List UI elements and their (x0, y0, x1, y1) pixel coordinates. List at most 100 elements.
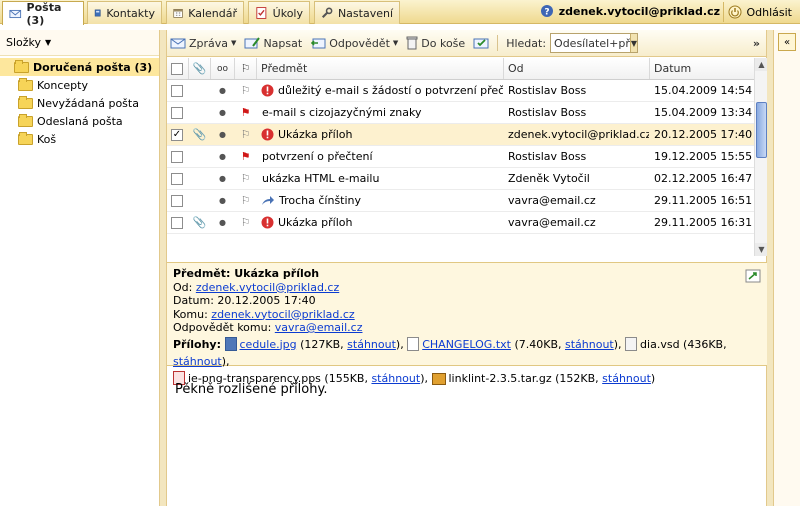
date-column-header[interactable]: Datum (650, 58, 754, 79)
folder-sent[interactable]: Odeslaná pošta (0, 112, 159, 130)
read-cell[interactable]: ● (211, 80, 235, 101)
address-book-icon (94, 9, 101, 17)
message-row[interactable]: ● ⚑ potvrzení o přečtení Rostislav Boss 19.1… (167, 146, 754, 168)
open-in-window-icon[interactable] (745, 269, 761, 283)
attachment-column[interactable]: 📎 (189, 58, 211, 79)
flag-icon: ⚐ (240, 194, 251, 207)
read-cell[interactable]: ● (211, 146, 235, 167)
download-link[interactable]: stáhnout (173, 355, 222, 368)
message-menu-button[interactable]: Zpráva ▼ (170, 36, 236, 50)
row-checkbox[interactable] (171, 84, 183, 97)
folder-trash[interactable]: Koš (0, 130, 159, 148)
attachment-name: linklint-2.3.5.tar.gz (448, 371, 552, 385)
chevron-down-icon: ▼ (231, 39, 237, 47)
row-select-cell[interactable] (167, 190, 189, 211)
message-row[interactable]: 📎 ● ⚐ Ukázka příloh vavra@email.cz 29.11.2005… (167, 212, 754, 234)
attachment-link[interactable]: CHANGELOG.txt (422, 338, 511, 351)
from-cell: vavra@email.cz (504, 190, 650, 211)
reply-icon (311, 38, 326, 49)
read-cell[interactable]: ● (211, 212, 235, 233)
folder-sidebar: Složky ▼ Doručená pošta (3) Koncepty Nev… (0, 30, 160, 506)
download-link[interactable]: stáhnout (347, 338, 396, 351)
message-row[interactable]: ● ⚐ důležitý e-mail s žádostí o potvrzení … (167, 80, 754, 102)
tab-mail[interactable]: Pošta (3) (2, 0, 84, 27)
move-to-trash-button[interactable]: Do koše (406, 36, 465, 50)
flag-cell[interactable]: ⚐ (235, 190, 257, 211)
select-all-checkbox[interactable] (171, 62, 183, 75)
folders-header[interactable]: Složky ▼ (0, 30, 159, 56)
row-checkbox[interactable] (171, 106, 183, 119)
folder-junk[interactable]: Nevyžádaná pošta (0, 94, 159, 112)
flag-cell[interactable]: ⚑ (235, 146, 257, 167)
flag-icon: ⚐ (240, 128, 251, 141)
logout-button[interactable]: Odhlásit (723, 2, 796, 22)
expand-panel-icon[interactable]: « (778, 33, 796, 51)
row-checkbox[interactable] (171, 150, 183, 163)
row-checkbox[interactable]: ✓ (171, 128, 183, 141)
read-cell[interactable]: ● (211, 124, 235, 145)
row-checkbox[interactable] (171, 172, 183, 185)
from-column-header[interactable]: Od (504, 58, 650, 79)
message-row[interactable]: ● ⚐ Trocha čínštiny vavra@email.cz 29.11.200… (167, 190, 754, 212)
flag-cell[interactable]: ⚑ (235, 102, 257, 123)
folder-drafts[interactable]: Koncepty (0, 76, 159, 94)
attachment-link[interactable]: cedule.jpg (240, 338, 297, 351)
preview-reply-to-link[interactable]: vavra@email.cz (275, 321, 363, 334)
read-cell[interactable]: ● (211, 168, 235, 189)
download-link[interactable]: stáhnout (565, 338, 614, 351)
tab-contacts[interactable]: Kontakty (87, 1, 162, 24)
download-link[interactable]: stáhnout (371, 372, 420, 385)
select-all-column[interactable] (167, 58, 189, 79)
attachment-cell (189, 146, 211, 167)
tab-calendar[interactable]: Kalendář (166, 1, 244, 24)
subject-cell: e-mail s cizojazyčnými znaky (257, 102, 504, 123)
flag-icon: ⚑ (240, 150, 251, 163)
preview-from-link[interactable]: zdenek.vytocil@priklad.cz (196, 281, 339, 294)
tab-label: Pošta (3) (26, 0, 62, 27)
forward-icon (262, 195, 274, 205)
reply-button[interactable]: Odpovědět ▼ (310, 36, 398, 50)
row-select-cell[interactable] (167, 168, 189, 189)
flag-cell[interactable]: ⚐ (235, 168, 257, 189)
search-field-select[interactable]: Odesílatel+př ▼ (550, 33, 639, 53)
flag-cell[interactable]: ⚐ (235, 212, 257, 233)
folders-title: Složky (6, 36, 42, 49)
tab-settings[interactable]: Nastavení (314, 1, 400, 24)
folder-label: Nevyžádaná pošta (37, 96, 139, 110)
read-cell[interactable]: ● (211, 190, 235, 211)
row-select-cell[interactable] (167, 146, 189, 167)
row-select-cell[interactable] (167, 80, 189, 101)
tab-tasks[interactable]: Úkoly (248, 1, 310, 24)
flag-cell[interactable]: ⚐ (235, 80, 257, 101)
folder-label: Koš (37, 132, 57, 146)
message-list-scrollbar[interactable]: ▲ ▼ (754, 58, 768, 256)
flag-column[interactable]: ⚐ (235, 58, 257, 79)
subject-cell: důležitý e-mail s žádostí o potvrzení př… (257, 80, 504, 101)
read-column[interactable]: oo (211, 58, 235, 79)
subject-column-header[interactable]: Předmět (257, 58, 504, 79)
flag-icon: ⚐ (240, 84, 251, 97)
row-select-cell[interactable] (167, 102, 189, 123)
folder-inbox[interactable]: Doručená pošta (3) (0, 58, 159, 76)
main-panel: Zpráva ▼ Napsat Odpovědět ▼ Do koše Hled… (166, 30, 768, 506)
attachment-size: (436KB, (683, 337, 727, 351)
row-checkbox[interactable] (171, 194, 183, 207)
toolbar-overflow-icon[interactable]: » (753, 37, 760, 50)
scroll-thumb[interactable] (756, 102, 767, 158)
download-link[interactable]: stáhnout (602, 372, 651, 385)
flag-cell[interactable]: ⚐ (235, 124, 257, 145)
compose-button[interactable]: Napsat (244, 36, 302, 50)
read-cell[interactable]: ● (211, 102, 235, 123)
subject-header-label: Předmět (261, 62, 308, 75)
preview-to-link[interactable]: zdenek.vytocil@priklad.cz (211, 308, 354, 321)
message-row[interactable]: ● ⚐ ukázka HTML e-mailu Zdeněk Vytočil 02.12… (167, 168, 754, 190)
row-select-cell[interactable]: ✓ (167, 124, 189, 145)
chevron-down-icon[interactable]: ▼ (629, 34, 638, 52)
message-row[interactable]: ✓ 📎 ● ⚐ Ukázka příloh zdenek.vytocil@priklad.… (167, 124, 754, 146)
message-row[interactable]: ● ⚑ e-mail s cizojazyčnými znaky Rostislav … (167, 102, 754, 124)
chevron-down-icon: ▼ (45, 38, 52, 47)
help-icon[interactable]: ? (540, 4, 554, 18)
row-select-cell[interactable] (167, 212, 189, 233)
mark-read-icon[interactable] (473, 36, 489, 50)
row-checkbox[interactable] (171, 216, 183, 229)
